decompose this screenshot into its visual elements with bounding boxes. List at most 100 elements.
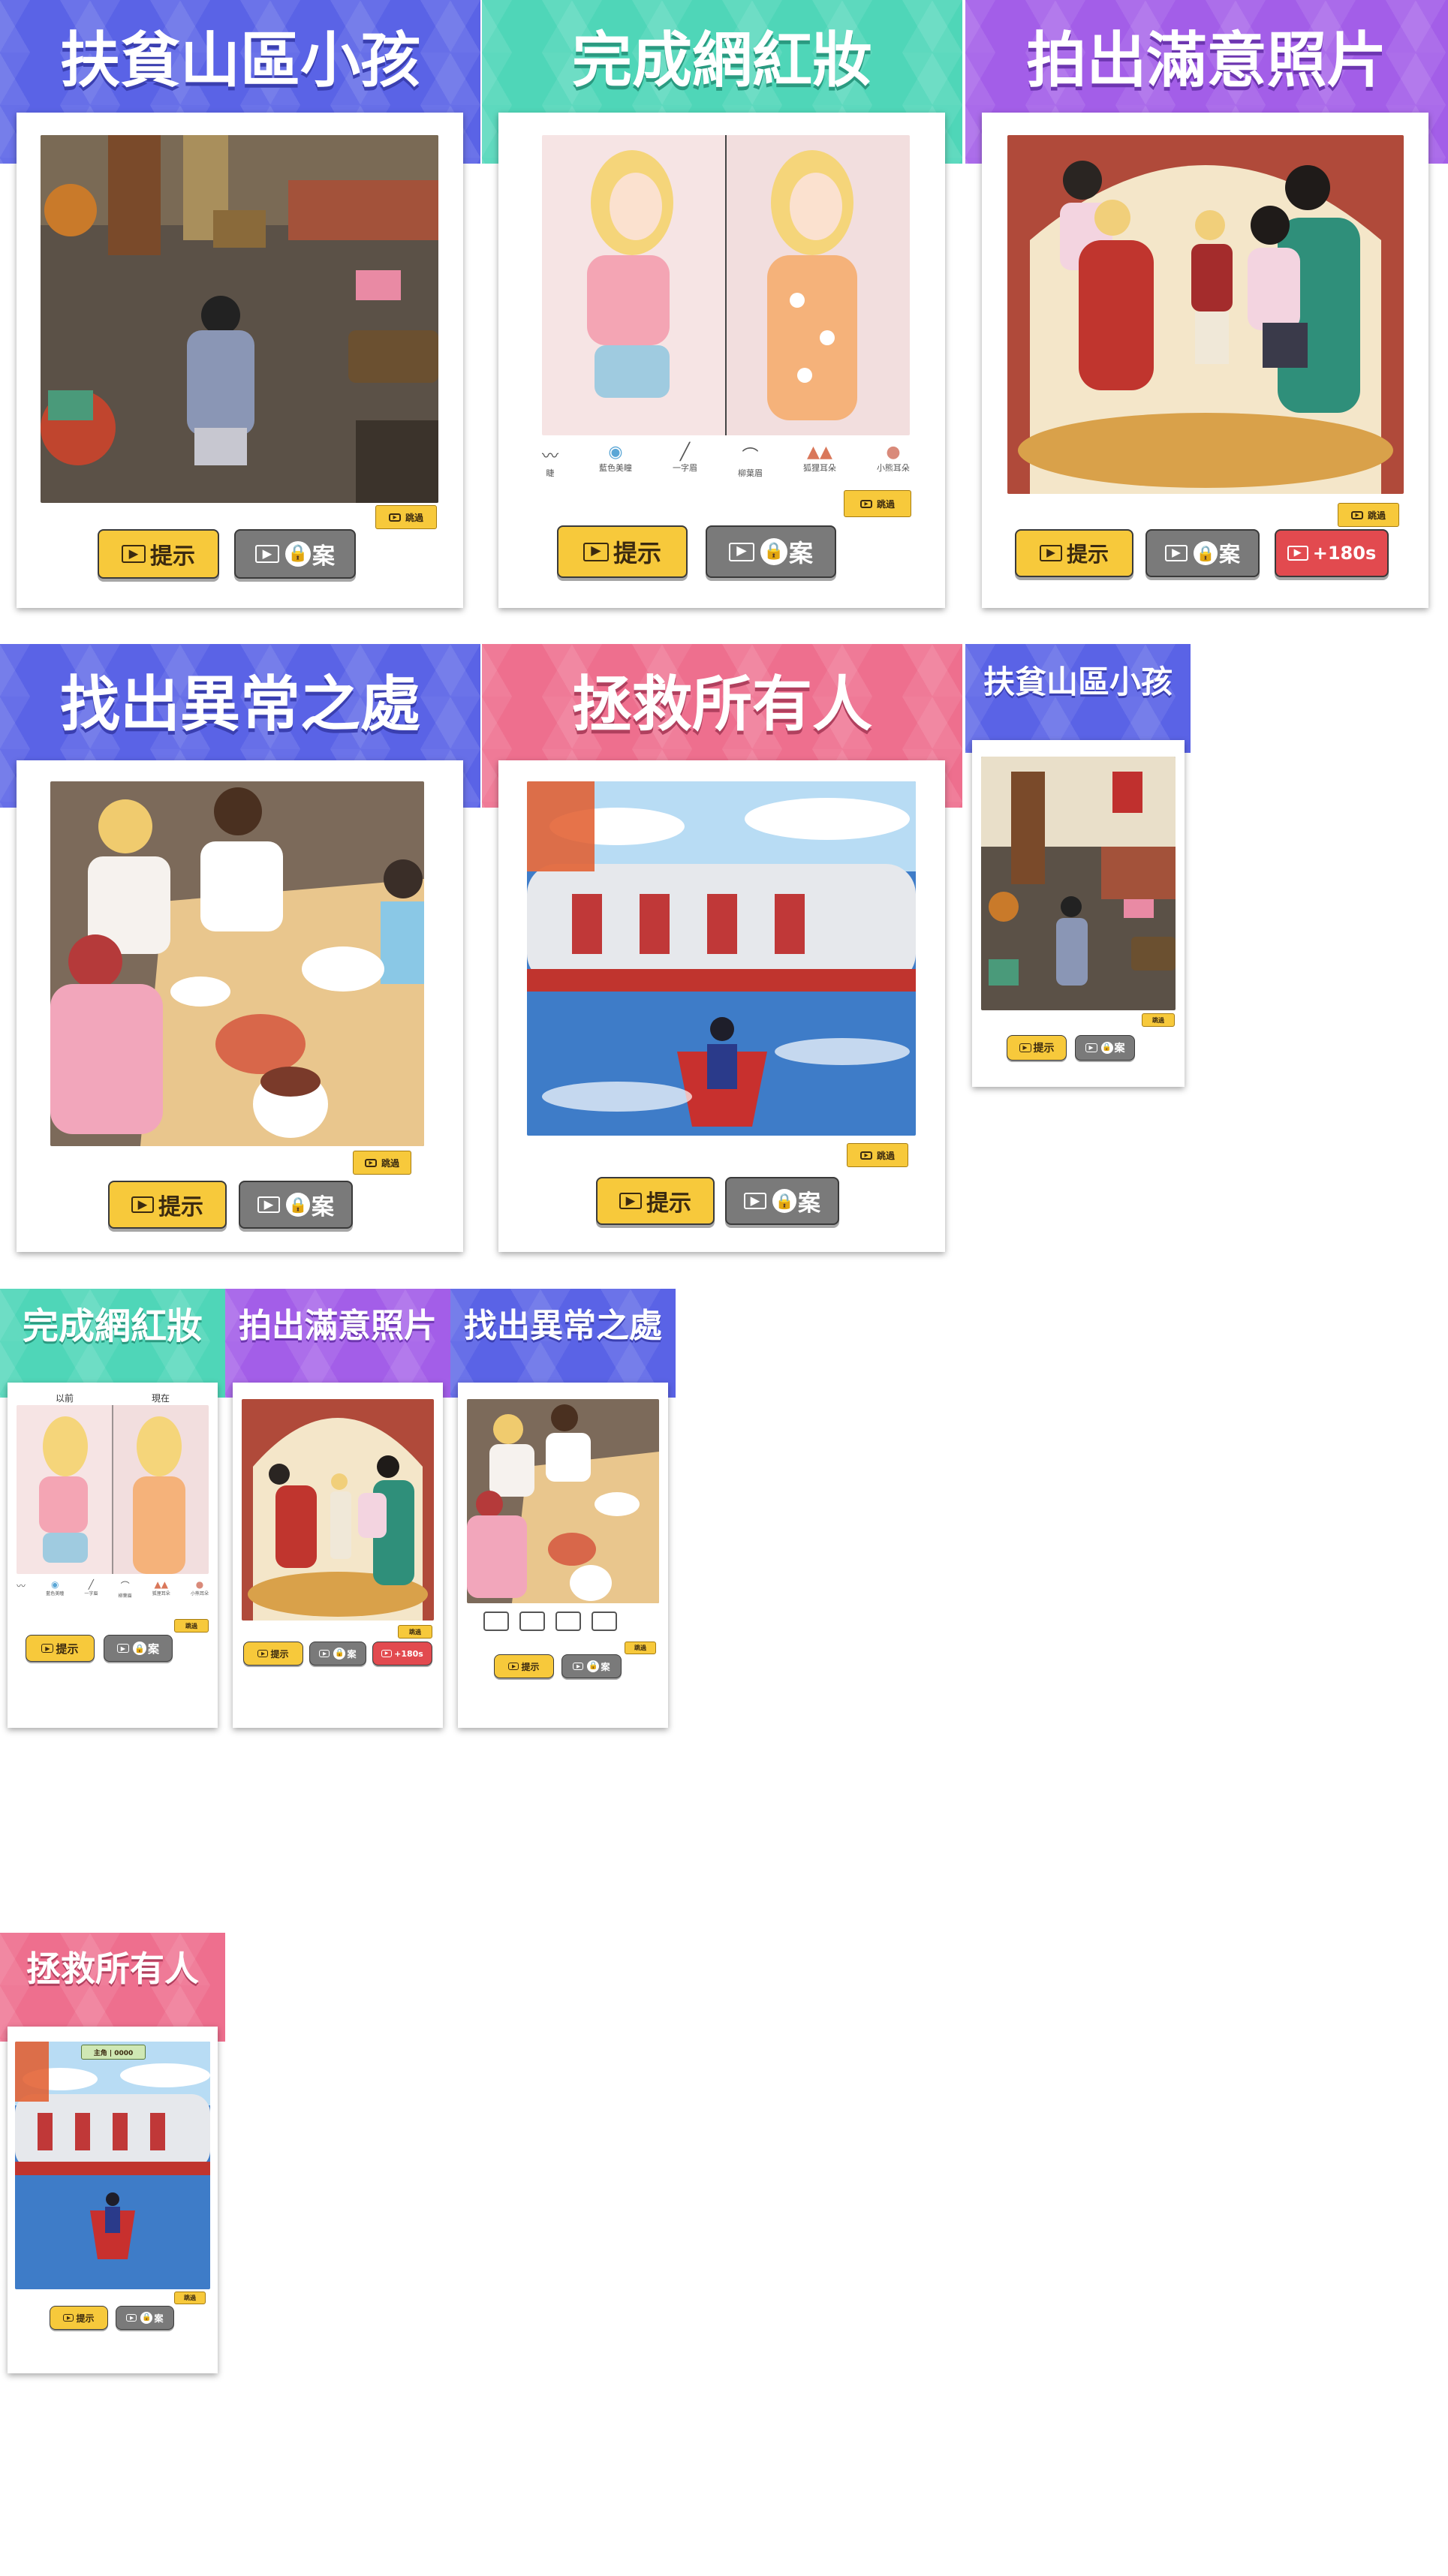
scene-mountain-house[interactable] <box>981 757 1176 1010</box>
add-time-button[interactable]: ▶ +180s <box>372 1642 432 1666</box>
answer-button[interactable]: ▶ 🔒 案 <box>309 1642 366 1666</box>
answer-label: 案 <box>1218 542 1240 567</box>
answer-button[interactable]: ▶ 🔒 案 <box>239 1181 353 1229</box>
hint-label: 提示 <box>270 1648 289 1660</box>
scene-dinner-table[interactable] <box>467 1399 659 1603</box>
level-card-anomaly-small[interactable]: 找出異常之處 跳過 ▶ 提示 ▶ 🔒 案 <box>450 1289 676 1729</box>
skip-tag[interactable]: 跳過 <box>174 1619 209 1633</box>
makeup-item[interactable]: 〰睫 <box>542 443 558 488</box>
level-banner: 拯救所有人 <box>0 1933 225 2042</box>
hint-button[interactable]: ▶ 提示 <box>1007 1035 1067 1061</box>
makeup-item[interactable]: ╱ 一字眉 <box>673 443 697 488</box>
level-card-makeup-small[interactable]: 完成網紅妝 以前 現在 〰 ◉藍色美瞳 ╱一字眉 ⌒柳葉眉 ▲▲狐狸耳朵 <box>0 1289 225 1729</box>
makeup-item[interactable]: ▲▲ 狐狸耳朵 <box>803 443 836 488</box>
skip-tag[interactable]: 跳過 <box>625 1642 656 1654</box>
makeup-item[interactable]: 〰 <box>17 1579 26 1609</box>
hint-button[interactable]: ▶ 提示 <box>243 1642 303 1666</box>
level-card-poverty-child-medium[interactable]: 扶貧山區小孩 跳過 ▶ 提示 ▶ 🔒 案 <box>965 644 1191 1087</box>
answer-slot[interactable] <box>592 1612 617 1631</box>
skip-tag[interactable]: 跳過 <box>174 2292 206 2304</box>
answer-button[interactable]: ▶ 🔒 案 <box>234 529 356 579</box>
answer-label: 案 <box>312 543 335 570</box>
level-card-photo[interactable]: 拍出滿意照片 ▶ 跳過 ▶ 提示 ▶ 🔒 案 ▶ +180s <box>965 0 1448 623</box>
level-banner: 找出異常之處 <box>450 1289 676 1398</box>
scene-family-photo[interactable] <box>242 1399 434 1621</box>
scene-makeup-compare[interactable] <box>17 1405 209 1574</box>
video-play-icon: ▶ <box>381 1650 393 1657</box>
answer-button[interactable]: ▶ 🔒 案 <box>1145 529 1260 577</box>
level-title: 找出異常之處 <box>464 1307 662 1345</box>
level-title: 完成網紅妝 <box>22 1305 203 1347</box>
add-time-button[interactable]: ▶ +180s <box>1275 529 1389 577</box>
answer-slot[interactable] <box>483 1612 509 1631</box>
answer-button[interactable]: ▶ 🔒 案 <box>725 1177 839 1225</box>
makeup-item[interactable]: ⌒ 柳葉眉 <box>119 1579 132 1609</box>
hint-button[interactable]: ▶ 提示 <box>26 1635 95 1662</box>
level-card-rescue[interactable]: 拯救所有人 ▶ 跳過 ▶ 提示 ▶ 🔒 案 <box>482 644 962 1267</box>
hint-button[interactable]: ▶ 提示 <box>98 529 219 579</box>
skip-tag[interactable]: ▶ 跳過 <box>1338 503 1399 527</box>
skip-tag[interactable]: ▶ 跳過 <box>353 1151 411 1175</box>
level-card: 跳過 ▶ 提示 ▶ 🔒 案 <box>458 1383 668 1728</box>
video-play-icon: ▶ <box>1085 1043 1097 1052</box>
video-play-icon: ▶ <box>744 1193 766 1209</box>
lock-icon: 🔒 <box>132 1642 146 1655</box>
video-play-icon: ▶ <box>573 1663 584 1670</box>
hint-button[interactable]: ▶ 提示 <box>1015 529 1133 577</box>
hint-button[interactable]: ▶ 提示 <box>108 1181 227 1229</box>
makeup-item[interactable]: ● 小熊耳朵 <box>877 443 910 488</box>
skip-tag[interactable]: 跳過 <box>1142 1013 1175 1027</box>
hint-button[interactable]: ▶ 提示 <box>50 2306 108 2330</box>
add-time-label: +180s <box>394 1648 423 1659</box>
makeup-item[interactable]: ▲▲ 狐狸耳朵 <box>152 1579 170 1609</box>
level-card: ▶ 跳過 ▶ 提示 ▶ 🔒 案 <box>17 760 463 1252</box>
video-play-icon: ▶ <box>257 1650 269 1657</box>
hint-button[interactable]: ▶ 提示 <box>557 525 688 578</box>
answer-label: 案 <box>312 1194 334 1220</box>
answer-slots <box>483 1612 617 1631</box>
answer-slot[interactable] <box>555 1612 581 1631</box>
answer-button[interactable]: ▶ 🔒 案 <box>1075 1035 1135 1061</box>
makeup-item-bar: 〰 ◉ 藍色美瞳 ╱ 一字眉 ⌒ 柳葉眉 ▲▲ 狐狸耳朵 ● 小熊耳朵 <box>17 1579 209 1609</box>
lock-icon: 🔒 <box>140 2312 153 2324</box>
skip-tag[interactable]: 跳過 <box>398 1625 432 1639</box>
makeup-item[interactable]: ◉ 藍色美瞳 <box>599 443 632 488</box>
scene-mountain-house[interactable] <box>41 135 438 503</box>
makeup-item[interactable]: ● 小熊耳朵 <box>191 1579 209 1609</box>
answer-slot[interactable] <box>519 1612 545 1631</box>
hint-label: 提示 <box>646 1190 691 1217</box>
skip-tag[interactable]: ▶ 跳過 <box>375 505 437 529</box>
hint-button[interactable]: ▶ 提示 <box>494 1654 554 1678</box>
video-play-icon: ▶ <box>619 1193 642 1209</box>
skip-tag[interactable]: ▶ 跳過 <box>844 490 911 517</box>
level-card-rescue-small[interactable]: 拯救所有人 主角 | 0000 跳過 ▶ 提示 ▶ 🔒 案 <box>0 1933 225 2376</box>
video-play-icon: ▶ <box>1039 545 1062 561</box>
level-title: 拍出滿意照片 <box>239 1307 437 1345</box>
video-play-icon: ▶ <box>364 1158 377 1167</box>
scene-makeup-compare[interactable] <box>542 135 910 435</box>
level-card-poverty-child[interactable]: 扶貧山區小孩 ▶ 跳過 ▶ 提示 ▶ 🔒 案 <box>0 0 480 623</box>
makeup-item[interactable]: ◉ 藍色美瞳 <box>46 1579 64 1609</box>
makeup-item[interactable]: ╱ 一字眉 <box>84 1579 98 1609</box>
level-card: 跳過 ▶ 提示 ▶ 🔒 案 <box>972 740 1185 1087</box>
level-card-photo-small[interactable]: 拍出滿意照片 跳過 ▶ 提示 ▶ 🔒 案 ▶ +180s <box>225 1289 450 1729</box>
lock-icon: 🔒 <box>772 1189 796 1213</box>
hint-button[interactable]: ▶ 提示 <box>596 1177 715 1225</box>
scene-family-photo[interactable] <box>1007 135 1404 494</box>
video-play-icon: ▶ <box>388 513 401 522</box>
scene-train-rescue[interactable] <box>527 781 916 1136</box>
skip-tag[interactable]: ▶ 跳過 <box>847 1143 908 1167</box>
video-play-icon: ▶ <box>41 1644 54 1653</box>
makeup-item[interactable]: ⌒ 柳葉眉 <box>738 443 763 488</box>
level-card-anomaly[interactable]: 找出異常之處 ▶ 跳過 ▶ 提示 ▶ 🔒 案 <box>0 644 480 1267</box>
lock-icon: 🔒 <box>333 1648 346 1660</box>
answer-button[interactable]: ▶ 🔒 案 <box>104 1635 173 1662</box>
answer-button[interactable]: ▶ 🔒 案 <box>561 1654 622 1678</box>
hint-label: 提示 <box>521 1661 540 1672</box>
answer-label: 案 <box>798 1190 820 1217</box>
level-card-makeup[interactable]: 完成網紅妝 〰睫 ◉ 藍色美瞳 ╱ 一字眉 ⌒ 柳葉眉 ▲▲ 狐狸耳朵 ● 小熊… <box>482 0 962 623</box>
scene-dinner-table[interactable] <box>50 781 424 1146</box>
answer-button[interactable]: ▶ 🔒 案 <box>116 2306 174 2330</box>
scene-train-rescue[interactable] <box>15 2042 210 2289</box>
answer-button[interactable]: ▶ 🔒 案 <box>706 525 836 578</box>
